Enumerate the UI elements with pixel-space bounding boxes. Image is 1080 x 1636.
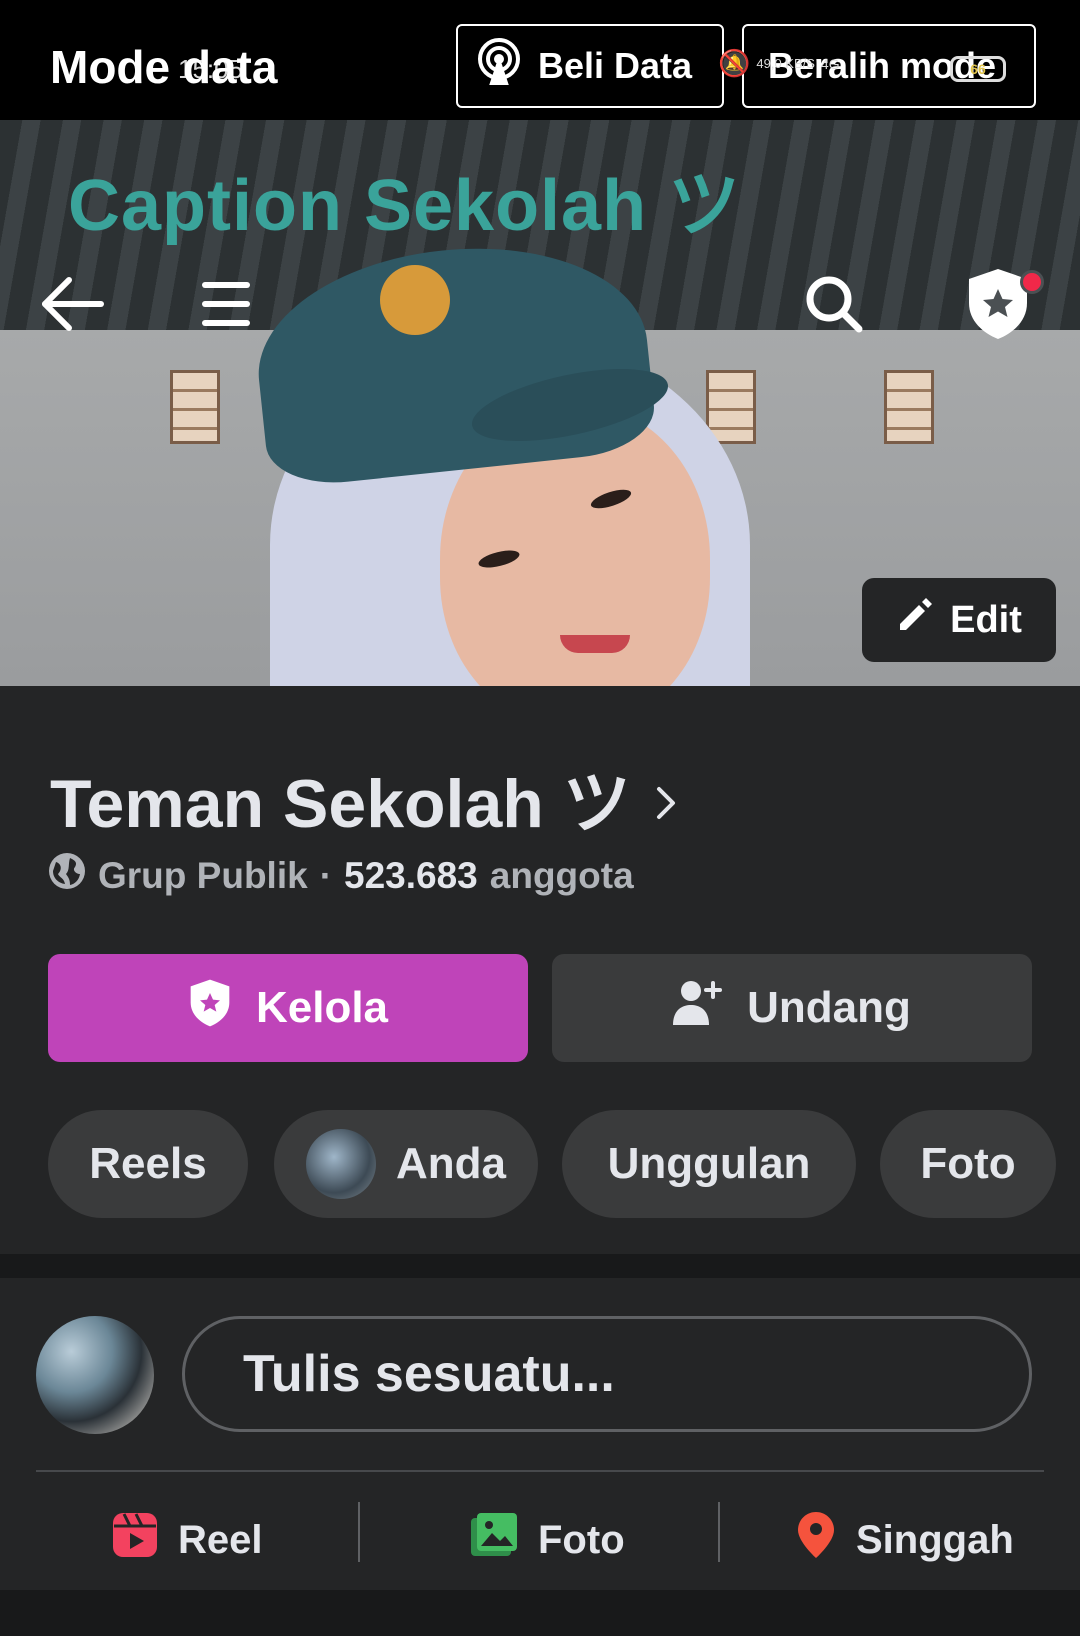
add-person-icon [673,979,723,1038]
location-pin-icon [796,1510,836,1570]
status-icons: 🔕 49,0 KB/S 4G [718,48,840,79]
net-speed: 49,0 KB/S [756,55,815,71]
edit-cover-button[interactable]: Edit [862,578,1056,662]
broadcast-icon [474,37,524,96]
notification-dot [1020,270,1044,294]
member-count: 523.683 [344,854,478,896]
divider [36,1470,1044,1472]
meta-separator: · [319,854,333,896]
edit-label: Edit [950,598,1022,641]
chip-label: Reels [89,1139,207,1188]
section-divider [0,1590,1080,1636]
menu-icon[interactable] [190,268,262,340]
invite-button[interactable]: Undang [552,954,1032,1062]
mode-title: Mode data [50,41,278,93]
chip-foto[interactable]: Foto [880,1110,1056,1218]
avatar[interactable] [36,1316,154,1434]
chip-anda[interactable]: Anda [274,1110,538,1218]
avatar [306,1129,376,1199]
reel-label: Reel [178,1517,263,1562]
member-label: anggota [489,854,634,896]
chip-label: Foto [920,1139,1016,1188]
buy-data-button[interactable]: Beli Data [456,24,724,108]
composer-placeholder: Tulis sesuatu... [243,1345,615,1403]
group-name[interactable]: Teman Sekolah ツ [50,748,677,847]
back-arrow-icon[interactable] [36,268,108,340]
globe-icon [48,852,86,899]
battery-indicator: 66 [950,56,1006,82]
status-clock: 15:05 [178,54,244,84]
chevron-right-icon [655,782,677,832]
search-icon[interactable] [798,268,870,340]
pencil-icon [896,596,934,644]
manage-label: Kelola [255,983,389,1032]
cover-caption: Caption Sekolah ツ [68,166,742,246]
photo-label: Foto [538,1517,625,1562]
battery-level: 66 [970,61,986,77]
reel-option[interactable]: Reel [112,1500,263,1580]
network-type: 4G [820,55,840,72]
reel-icon [112,1512,158,1568]
photo-option[interactable]: Foto [470,1500,625,1580]
chip-label: Unggulan [607,1139,811,1188]
group-meta: Grup Publik · 523.683 anggota [48,852,634,899]
shield-star-icon [188,978,232,1039]
photo-icon [470,1512,518,1568]
bell-muted-icon: 🔕 [718,48,751,78]
chip-label: Anda [396,1139,506,1188]
data-mode-banner: Mode data 15:05 Beli Data Beralih mode 🔕… [0,0,1080,120]
chip-unggulan[interactable]: Unggulan [562,1110,856,1218]
post-composer-input[interactable]: Tulis sesuatu... [182,1316,1032,1432]
section-divider [0,1254,1080,1278]
checkin-option[interactable]: Singgah [796,1500,1014,1580]
chip-reels[interactable]: Reels [48,1110,248,1218]
manage-button[interactable]: Kelola [48,954,528,1062]
checkin-label: Singgah [856,1517,1014,1562]
group-name-text: Teman Sekolah ツ [50,766,631,842]
privacy-label: Grup Publik [98,854,308,896]
invite-label: Undang [747,983,911,1032]
buy-data-label: Beli Data [538,45,693,86]
